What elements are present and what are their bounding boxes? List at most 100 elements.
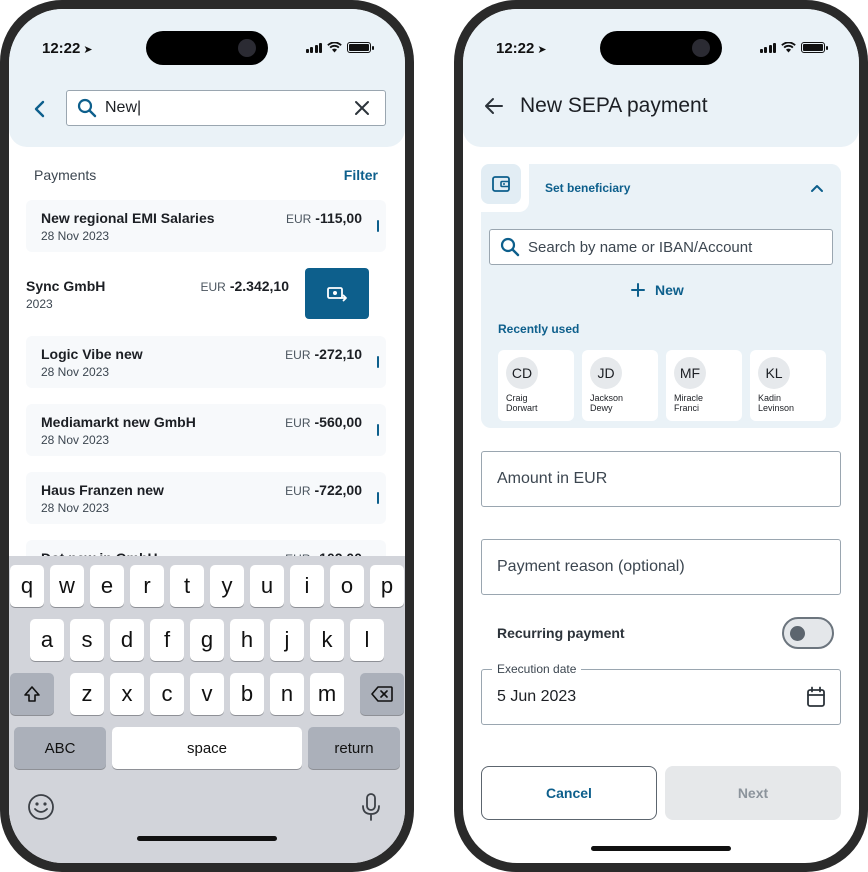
- emoji-icon[interactable]: [27, 793, 55, 821]
- key-f[interactable]: f: [150, 619, 184, 661]
- home-indicator: [137, 836, 277, 841]
- search-icon: [77, 98, 97, 118]
- location-arrow-icon: ➤: [83, 44, 93, 56]
- page-title: New SEPA payment: [520, 94, 708, 117]
- key-y[interactable]: y: [210, 565, 244, 607]
- on-screen-keyboard: qwertyuiop asdfghjkl zxcvbnm ABC space r…: [9, 556, 405, 863]
- key-k[interactable]: k: [310, 619, 344, 661]
- contact-card[interactable]: KL Kadin Levinson: [750, 350, 826, 421]
- clear-search-icon[interactable]: [353, 99, 371, 117]
- payment-row-swiped[interactable]: Sync GmbH 2023 EUR -2.342,10: [9, 268, 299, 320]
- wifi-icon: [327, 42, 342, 53]
- location-arrow-icon: ➤: [537, 44, 547, 56]
- next-button[interactable]: Next: [665, 766, 841, 820]
- camera-icon: [692, 39, 710, 57]
- section-title: Payments: [34, 167, 97, 183]
- payment-row[interactable]: Mediamarkt new GmbH 28 Nov 2023 EUR -560,…: [26, 404, 386, 456]
- left-phone-frame: 12:22➤ Payments Filter New regional EMI …: [0, 0, 414, 872]
- shift-icon: [24, 686, 40, 702]
- keyboard-row-4: ABC space return: [9, 727, 405, 769]
- status-time: 12:22: [496, 40, 535, 57]
- filter-button[interactable]: Filter: [344, 167, 378, 183]
- contact-card[interactable]: CD Craig Dorwart: [498, 350, 574, 421]
- key-h[interactable]: h: [230, 619, 264, 661]
- avatar: MF: [674, 357, 706, 389]
- keyboard-row-2: asdfghjkl: [9, 619, 405, 661]
- key-i[interactable]: i: [290, 565, 324, 607]
- dynamic-island: [146, 31, 268, 65]
- key-l[interactable]: l: [350, 619, 384, 661]
- wallet-tab[interactable]: [481, 164, 521, 204]
- cellular-signal-icon: [759, 42, 776, 53]
- key-g[interactable]: g: [190, 619, 224, 661]
- cancel-button[interactable]: Cancel: [481, 766, 657, 820]
- battery-icon: [801, 42, 828, 53]
- execution-date-field[interactable]: Execution date: [481, 662, 841, 725]
- right-phone-frame: 12:22➤ New SEPA payment Set beneficiary: [454, 0, 868, 872]
- amount-field[interactable]: [481, 451, 841, 507]
- payment-reason-input[interactable]: [497, 556, 817, 578]
- beneficiary-header[interactable]: Set beneficiary: [529, 164, 841, 212]
- new-beneficiary-button[interactable]: New: [631, 282, 684, 298]
- plus-icon: [631, 283, 645, 297]
- key-j[interactable]: j: [270, 619, 304, 661]
- chevron-up-icon[interactable]: [809, 180, 825, 196]
- key-x[interactable]: x: [110, 673, 144, 715]
- payments-search-box[interactable]: [66, 90, 386, 126]
- keyboard-row-1: qwertyuiop: [9, 565, 405, 607]
- key-s[interactable]: s: [70, 619, 104, 661]
- payment-row[interactable]: Haus Franzen new 28 Nov 2023 EUR -722,00: [26, 472, 386, 524]
- contact-card[interactable]: MF Miracle Franci: [666, 350, 742, 421]
- repeat-payment-action-button[interactable]: [305, 268, 369, 319]
- payment-row[interactable]: New regional EMI Salaries 28 Nov 2023 EU…: [26, 200, 386, 252]
- key-m[interactable]: m: [310, 673, 344, 715]
- key-d[interactable]: d: [110, 619, 144, 661]
- key-q[interactable]: q: [10, 565, 44, 607]
- back-chevron-icon[interactable]: [29, 98, 51, 120]
- key-p[interactable]: p: [370, 565, 404, 607]
- payment-row[interactable]: Logic Vibe new 28 Nov 2023 EUR -272,10: [26, 336, 386, 388]
- delete-key[interactable]: [360, 673, 404, 715]
- beneficiary-panel: Set beneficiary New Recently used CD Cra…: [481, 164, 841, 428]
- keyboard-row-3: zxcvbnm: [9, 673, 405, 715]
- space-key[interactable]: space: [112, 727, 302, 769]
- key-n[interactable]: n: [270, 673, 304, 715]
- key-o[interactable]: o: [330, 565, 364, 607]
- key-t[interactable]: t: [170, 565, 204, 607]
- cellular-signal-icon: [305, 42, 322, 53]
- key-z[interactable]: z: [70, 673, 104, 715]
- payment-reason-field[interactable]: [481, 539, 841, 595]
- recurring-payment-toggle[interactable]: [782, 617, 834, 649]
- microphone-icon[interactable]: [361, 792, 381, 822]
- amount-input[interactable]: [497, 468, 817, 490]
- key-a[interactable]: a: [30, 619, 64, 661]
- payments-section-header: Payments Filter: [34, 167, 378, 183]
- payment-transfer-icon: [327, 286, 347, 301]
- set-beneficiary-label: Set beneficiary: [545, 181, 631, 195]
- key-r[interactable]: r: [130, 565, 164, 607]
- beneficiary-search-box[interactable]: [489, 229, 833, 265]
- recently-used-label: Recently used: [498, 322, 580, 336]
- contact-card[interactable]: JD Jackson Dewy: [582, 350, 658, 421]
- calendar-icon[interactable]: [806, 686, 826, 708]
- swipe-hint-indicator: [377, 220, 379, 232]
- dynamic-island: [600, 31, 722, 65]
- beneficiary-search-input[interactable]: [528, 235, 818, 259]
- key-b[interactable]: b: [230, 673, 264, 715]
- avatar: KL: [758, 357, 790, 389]
- search-input[interactable]: [105, 95, 345, 121]
- shift-key[interactable]: [10, 673, 54, 715]
- wallet-icon: [492, 176, 510, 192]
- key-u[interactable]: u: [250, 565, 284, 607]
- key-e[interactable]: e: [90, 565, 124, 607]
- avatar: JD: [590, 357, 622, 389]
- key-v[interactable]: v: [190, 673, 224, 715]
- execution-date-label: Execution date: [492, 662, 582, 676]
- abc-key[interactable]: ABC: [14, 727, 106, 769]
- return-key[interactable]: return: [308, 727, 400, 769]
- key-c[interactable]: c: [150, 673, 184, 715]
- back-arrow-icon[interactable]: [483, 95, 505, 117]
- execution-date-input[interactable]: [497, 686, 817, 708]
- avatar: CD: [506, 357, 538, 389]
- key-w[interactable]: w: [50, 565, 84, 607]
